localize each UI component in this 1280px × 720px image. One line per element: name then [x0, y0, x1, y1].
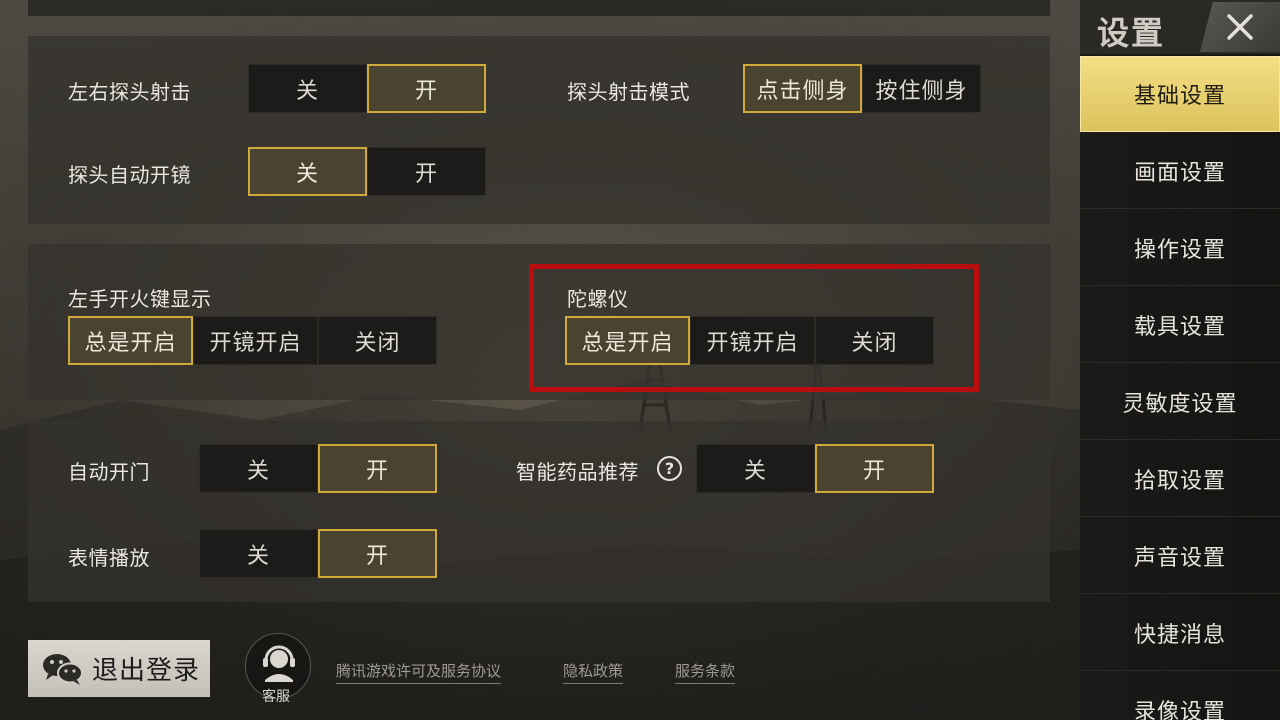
lean-mode-hold[interactable]: 按住侧身 [862, 64, 981, 113]
lean-auto-scope-toggle: 关 开 [248, 147, 486, 196]
lean-fire-toggle: 关 开 [248, 64, 486, 113]
wechat-icon [42, 652, 84, 686]
emote-off[interactable]: 关 [199, 529, 318, 578]
smart-meds-off[interactable]: 关 [696, 444, 815, 493]
license-agreement-link[interactable]: 腾讯游戏许可及服务协议 [336, 660, 502, 684]
left-fire-label: 左手开火键显示 [68, 287, 212, 311]
gyro-scoped[interactable]: 开镜开启 [690, 316, 815, 365]
left-fire-scoped[interactable]: 开镜开启 [193, 316, 318, 365]
smart-meds-on[interactable]: 开 [815, 444, 934, 493]
emote-on[interactable]: 开 [318, 529, 437, 578]
lean-auto-scope-off[interactable]: 关 [248, 147, 367, 196]
gyro-always[interactable]: 总是开启 [565, 316, 690, 365]
auto-door-off[interactable]: 关 [199, 444, 318, 493]
emote-label: 表情播放 [68, 546, 150, 570]
close-button[interactable] [1200, 2, 1280, 52]
left-fire-toggle: 总是开启 开镜开启 关闭 [68, 316, 437, 365]
lean-fire-label: 左右探头射击 [68, 80, 191, 104]
privacy-policy-link[interactable]: 隐私政策 [563, 660, 624, 684]
sidebar-item-quick-messages[interactable]: 快捷消息 [1080, 595, 1280, 671]
gyro-toggle: 总是开启 开镜开启 关闭 [565, 316, 934, 365]
sidebar-item-vehicle[interactable]: 载具设置 [1080, 287, 1280, 363]
sidebar-item-audio[interactable]: 声音设置 [1080, 518, 1280, 594]
sidebar-item-pickup[interactable]: 拾取设置 [1080, 441, 1280, 517]
sidebar-item-basic[interactable]: 基础设置 [1080, 56, 1280, 132]
logout-button[interactable]: 退出登录 [28, 640, 210, 697]
lean-fire-on[interactable]: 开 [367, 64, 486, 113]
top-panel-edge [28, 0, 1050, 16]
auto-door-label: 自动开门 [68, 460, 150, 484]
sidebar-item-recording[interactable]: 录像设置 [1080, 672, 1280, 720]
smart-meds-toggle: 关 开 [696, 444, 934, 493]
sidebar-item-sensitivity[interactable]: 灵敏度设置 [1080, 364, 1280, 440]
lean-mode-label: 探头射击模式 [567, 80, 690, 104]
customer-service-label: 客服 [262, 689, 290, 705]
help-icon[interactable]: ? [657, 456, 682, 481]
sidebar-item-controls[interactable]: 操作设置 [1080, 210, 1280, 286]
gyro-off[interactable]: 关闭 [815, 316, 934, 365]
logout-label: 退出登录 [92, 656, 201, 686]
emote-toggle: 关 开 [199, 529, 437, 578]
lean-mode-toggle: 点击侧身 按住侧身 [743, 64, 981, 113]
smart-meds-label: 智能药品推荐 [516, 460, 639, 484]
sidebar-item-graphics[interactable]: 画面设置 [1080, 133, 1280, 209]
terms-of-service-link[interactable]: 服务条款 [675, 660, 736, 684]
lean-fire-off[interactable]: 关 [248, 64, 367, 113]
auto-door-toggle: 关 开 [199, 444, 437, 493]
left-fire-always[interactable]: 总是开启 [68, 316, 193, 365]
lean-auto-scope-label: 探头自动开镜 [68, 163, 191, 187]
left-fire-off[interactable]: 关闭 [318, 316, 437, 365]
close-icon [1227, 14, 1253, 40]
lean-auto-scope-on[interactable]: 开 [367, 147, 486, 196]
sidebar-title: 设置 [1097, 14, 1166, 52]
auto-door-on[interactable]: 开 [318, 444, 437, 493]
lean-mode-tap[interactable]: 点击侧身 [743, 64, 862, 113]
gyro-label: 陀螺仪 [567, 287, 629, 311]
